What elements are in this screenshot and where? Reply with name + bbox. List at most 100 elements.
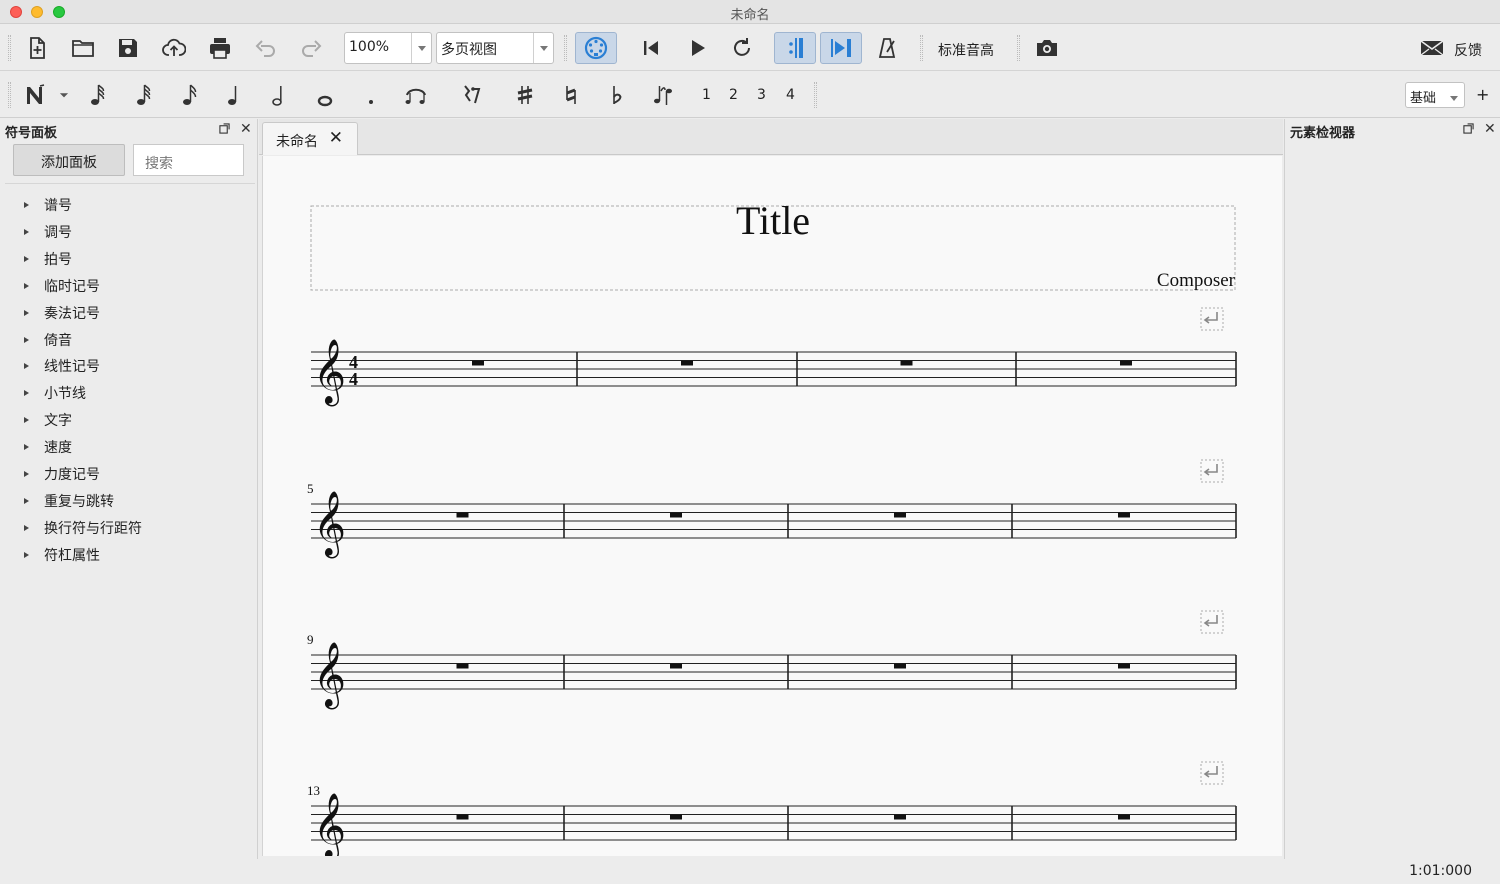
play-button[interactable] bbox=[682, 33, 712, 63]
whole-rest[interactable] bbox=[670, 814, 682, 820]
whole-rest[interactable] bbox=[900, 360, 913, 366]
note-input-mode-button[interactable] bbox=[20, 80, 50, 110]
voice-2-button[interactable]: 2 bbox=[729, 87, 738, 103]
staff-system[interactable]: 𝄞5 bbox=[307, 459, 1237, 558]
image-capture-button[interactable] bbox=[1032, 33, 1062, 63]
palette-item[interactable]: 倚音 bbox=[24, 330, 72, 350]
measure-number[interactable]: 9 bbox=[307, 632, 314, 647]
sharp-button[interactable] bbox=[510, 80, 540, 110]
expand-triangle-icon[interactable] bbox=[24, 497, 29, 504]
save-score-button[interactable] bbox=[113, 33, 143, 63]
palette-search-input[interactable] bbox=[133, 144, 244, 176]
whole-rest[interactable] bbox=[894, 663, 906, 669]
voice-3-button[interactable]: 3 bbox=[757, 87, 766, 103]
toolbar-grip[interactable] bbox=[920, 35, 923, 61]
duration-quarter-button[interactable] bbox=[219, 80, 249, 110]
whole-rest[interactable] bbox=[456, 512, 469, 518]
treble-clef[interactable]: 𝄞 bbox=[313, 491, 346, 558]
view-mode-select[interactable]: 多页视图 bbox=[436, 32, 554, 64]
score-title[interactable]: Title bbox=[736, 198, 810, 243]
upload-score-button[interactable] bbox=[159, 33, 189, 63]
toolbar-grip[interactable] bbox=[8, 82, 11, 108]
expand-triangle-icon[interactable] bbox=[24, 390, 29, 397]
treble-clef[interactable]: 𝄞 bbox=[313, 642, 346, 709]
palette-item[interactable]: 奏法记号 bbox=[24, 303, 100, 323]
chevron-down-icon[interactable] bbox=[533, 33, 553, 63]
metronome-button[interactable] bbox=[872, 33, 902, 63]
whole-rest[interactable] bbox=[1118, 814, 1130, 820]
voice-4-button[interactable]: 4 bbox=[786, 87, 795, 103]
toolbar-grip[interactable] bbox=[1017, 35, 1020, 61]
whole-rest[interactable] bbox=[894, 512, 906, 518]
workspace-select[interactable]: 基础 bbox=[1405, 82, 1465, 108]
expand-triangle-icon[interactable] bbox=[24, 444, 29, 451]
duration-64th-button[interactable] bbox=[83, 80, 113, 110]
flip-direction-button[interactable] bbox=[648, 80, 678, 110]
add-palette-button[interactable]: 添加面板 bbox=[13, 144, 125, 176]
toolbar-grip[interactable] bbox=[814, 82, 817, 108]
palette-item[interactable]: 重复与跳转 bbox=[24, 491, 114, 511]
undo-button[interactable] bbox=[250, 33, 280, 63]
expand-triangle-icon[interactable] bbox=[24, 363, 29, 370]
undock-icon[interactable] bbox=[1463, 123, 1474, 138]
voice-1-button[interactable]: 1 bbox=[702, 87, 711, 103]
chevron-down-icon[interactable] bbox=[1444, 83, 1464, 107]
time-signature-denominator[interactable]: 4 bbox=[349, 369, 358, 389]
whole-rest[interactable] bbox=[456, 663, 469, 669]
duration-half-button[interactable] bbox=[264, 80, 294, 110]
undock-icon[interactable] bbox=[219, 123, 230, 138]
system-break-marker[interactable] bbox=[1200, 610, 1224, 634]
palette-item[interactable]: 线性记号 bbox=[24, 356, 100, 376]
expand-triangle-icon[interactable] bbox=[24, 228, 29, 235]
toolbar-grip[interactable] bbox=[8, 35, 11, 61]
treble-clef[interactable]: 𝄞 bbox=[313, 339, 346, 406]
close-icon[interactable]: ✕ bbox=[1484, 121, 1496, 137]
whole-rest[interactable] bbox=[472, 360, 484, 366]
staff-system[interactable]: 𝄞13 bbox=[307, 761, 1237, 856]
palette-item[interactable]: 力度记号 bbox=[24, 464, 100, 484]
staff-system[interactable]: 𝄞 44 bbox=[311, 307, 1237, 406]
feedback-button[interactable] bbox=[1415, 33, 1449, 63]
rewind-button[interactable] bbox=[636, 33, 666, 63]
measure-number[interactable]: 13 bbox=[307, 783, 320, 798]
add-workspace-button[interactable]: + bbox=[1476, 85, 1489, 104]
chevron-down-icon[interactable] bbox=[411, 33, 431, 63]
expand-triangle-icon[interactable] bbox=[24, 202, 29, 208]
palette-item[interactable]: 速度 bbox=[24, 437, 72, 457]
score-composer[interactable]: Composer bbox=[1157, 270, 1236, 291]
concert-pitch-button[interactable]: 标准音高 bbox=[938, 40, 994, 60]
palette-item[interactable]: 临时记号 bbox=[24, 276, 100, 296]
treble-clef[interactable]: 𝄞 bbox=[313, 793, 346, 856]
measure-number[interactable]: 5 bbox=[307, 481, 314, 496]
whole-rest[interactable] bbox=[1118, 663, 1130, 669]
augmentation-dot-button[interactable] bbox=[356, 80, 386, 110]
midi-input-toggle[interactable] bbox=[575, 32, 617, 64]
expand-triangle-icon[interactable] bbox=[24, 551, 29, 558]
play-repeats-toggle[interactable] bbox=[774, 32, 816, 64]
open-score-button[interactable] bbox=[68, 33, 98, 63]
system-break-marker[interactable] bbox=[1200, 307, 1224, 331]
note-input-method-dropdown[interactable] bbox=[52, 80, 76, 110]
palette-item[interactable]: 拍号 bbox=[24, 249, 72, 269]
expand-triangle-icon[interactable] bbox=[24, 282, 29, 289]
whole-rest[interactable] bbox=[1118, 512, 1130, 518]
expand-triangle-icon[interactable] bbox=[24, 471, 29, 477]
natural-button[interactable] bbox=[556, 80, 586, 110]
print-button[interactable] bbox=[205, 33, 235, 63]
duration-16th-button[interactable] bbox=[175, 80, 205, 110]
palette-item[interactable]: 谱号 bbox=[24, 195, 72, 215]
system-break-marker[interactable] bbox=[1200, 459, 1224, 483]
whole-rest[interactable] bbox=[681, 360, 693, 366]
score-canvas[interactable]: Title Composer 𝄞 4 4 𝄞 5 𝄞 9 𝄞 13 bbox=[262, 156, 1282, 856]
palette-item[interactable]: 符杠属性 bbox=[24, 545, 100, 565]
whole-rest[interactable] bbox=[670, 512, 682, 518]
palette-item[interactable]: 小节线 bbox=[24, 383, 86, 403]
loop-playback-button[interactable] bbox=[727, 33, 757, 63]
new-score-button[interactable] bbox=[22, 33, 52, 63]
close-tab-icon[interactable]: ✕ bbox=[329, 128, 343, 148]
palette-item[interactable]: 文字 bbox=[24, 410, 72, 430]
toolbar-grip[interactable] bbox=[564, 35, 567, 61]
expand-triangle-icon[interactable] bbox=[24, 309, 29, 316]
flat-button[interactable] bbox=[602, 80, 632, 110]
system-break-marker[interactable] bbox=[1200, 761, 1224, 785]
